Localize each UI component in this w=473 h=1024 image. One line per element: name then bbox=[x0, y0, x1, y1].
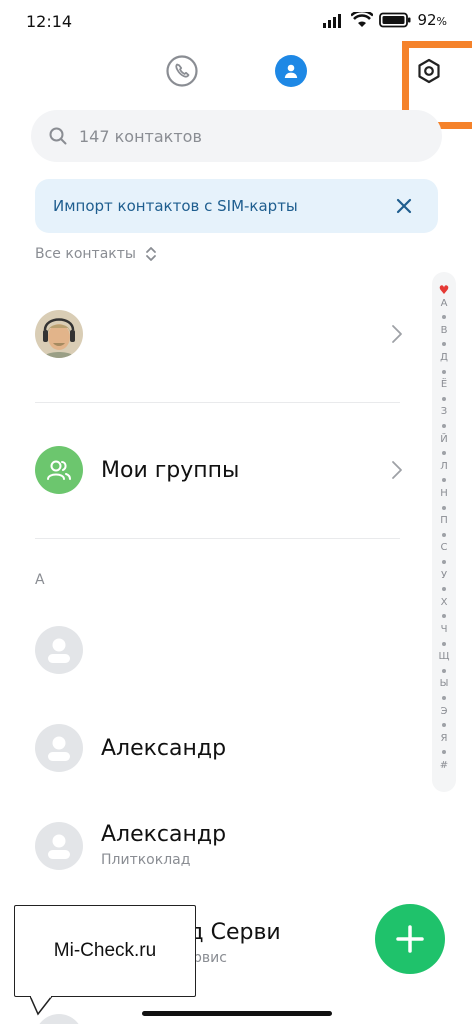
alphabet-index-letter[interactable]: С bbox=[432, 542, 456, 554]
contact-subtitle: рвис bbox=[193, 950, 227, 966]
contact-name: Александр bbox=[101, 736, 227, 761]
my-profile-row[interactable] bbox=[35, 308, 405, 362]
alphabet-index-dot[interactable] bbox=[442, 315, 446, 320]
person-placeholder-icon bbox=[48, 638, 70, 663]
alphabet-index-letter[interactable]: Э bbox=[432, 706, 456, 718]
alphabet-index-dot[interactable] bbox=[442, 560, 446, 564]
battery-icon bbox=[379, 12, 411, 28]
alphabet-index-dot[interactable] bbox=[442, 505, 446, 510]
alphabet-index-letter[interactable]: Ё bbox=[432, 379, 456, 391]
tab-phone[interactable] bbox=[166, 55, 198, 87]
add-contact-button[interactable] bbox=[375, 904, 445, 974]
status-icons: 92% bbox=[323, 11, 447, 29]
group-icon bbox=[47, 460, 71, 480]
avatar bbox=[35, 724, 83, 772]
alphabet-index-letter[interactable]: Щ bbox=[432, 651, 456, 663]
contact-row[interactable] bbox=[35, 626, 415, 676]
alphabet-index-dot[interactable] bbox=[442, 478, 446, 483]
alphabet-index-letter[interactable]: Л bbox=[432, 461, 456, 473]
tab-contacts[interactable] bbox=[275, 55, 307, 87]
alphabet-index-dot[interactable] bbox=[442, 587, 446, 592]
plus-icon bbox=[396, 925, 424, 953]
section-header: А bbox=[35, 572, 45, 588]
alphabet-index-dot[interactable] bbox=[442, 723, 446, 728]
callout-tail bbox=[30, 996, 53, 1016]
filter-label[interactable]: Все контакты bbox=[35, 246, 136, 262]
wifi-icon bbox=[351, 12, 374, 27]
contacts-filter[interactable]: Все контакты bbox=[35, 246, 158, 262]
alphabet-index[interactable]: ♥ А В Д Ё З Й Л Н П С У Х Ч Щ Ы Э Я # bbox=[432, 272, 456, 792]
my-groups-row[interactable]: Мои группы bbox=[35, 446, 405, 496]
close-icon[interactable] bbox=[394, 196, 414, 216]
search-icon bbox=[49, 127, 67, 145]
import-banner[interactable]: Импорт контактов с SIM-карты bbox=[35, 179, 438, 233]
alphabet-index-dot[interactable] bbox=[442, 342, 446, 347]
alphabet-index-dot[interactable] bbox=[442, 396, 446, 401]
alphabet-index-letter[interactable]: Х bbox=[432, 597, 456, 609]
search-bar[interactable] bbox=[31, 110, 442, 162]
alphabet-index-letter[interactable]: В bbox=[432, 325, 456, 337]
alphabet-index-dot[interactable] bbox=[442, 750, 446, 755]
alphabet-index-dot[interactable] bbox=[442, 369, 446, 374]
chevron-right-icon bbox=[392, 461, 402, 479]
alphabet-index-letter[interactable]: А bbox=[432, 298, 456, 310]
search-input[interactable] bbox=[79, 126, 379, 146]
contact-row[interactable]: Александр Плиткоклад bbox=[35, 822, 415, 872]
alphabet-index-dot[interactable] bbox=[442, 614, 446, 619]
person-placeholder-icon bbox=[48, 834, 70, 859]
sort-arrows-icon bbox=[146, 247, 156, 261]
alphabet-index-dot[interactable] bbox=[442, 424, 446, 428]
avatar bbox=[35, 822, 83, 870]
groups-label: Мои группы bbox=[101, 458, 240, 483]
alphabet-index-letter[interactable]: Д bbox=[432, 352, 456, 364]
alphabet-index-dot[interactable] bbox=[442, 532, 446, 537]
alphabet-index-letter[interactable]: З bbox=[432, 406, 456, 418]
avatar bbox=[35, 626, 83, 674]
alphabet-index-letter[interactable]: # bbox=[432, 760, 456, 772]
phone-icon bbox=[166, 55, 198, 87]
alphabet-index-dot[interactable] bbox=[442, 451, 446, 456]
home-indicator bbox=[142, 1011, 332, 1016]
person-icon bbox=[284, 64, 298, 78]
status-bar: 12:14 92% bbox=[0, 0, 473, 44]
watermark-text: Mi-Check.ru bbox=[53, 940, 157, 961]
alphabet-index-letter[interactable]: Ч bbox=[432, 624, 456, 636]
alphabet-index-letter[interactable]: Н bbox=[432, 488, 456, 500]
watermark-callout: Mi-Check.ru bbox=[14, 905, 196, 997]
battery-percent: 92% bbox=[417, 11, 447, 29]
divider bbox=[35, 402, 400, 403]
chevron-right-icon bbox=[392, 325, 402, 343]
signal-icon bbox=[323, 14, 342, 28]
alphabet-index-letter[interactable]: У bbox=[432, 570, 456, 582]
contact-subtitle: Плиткоклад bbox=[101, 852, 191, 868]
alphabet-index-letter[interactable]: Й bbox=[432, 434, 456, 446]
favorites-heart-icon[interactable]: ♥ bbox=[432, 284, 456, 296]
groups-avatar bbox=[35, 446, 83, 494]
alphabet-index-dot[interactable] bbox=[442, 641, 446, 646]
person-placeholder-icon bbox=[48, 736, 70, 761]
alphabet-index-dot[interactable] bbox=[442, 696, 446, 700]
alphabet-index-dot[interactable] bbox=[442, 668, 446, 673]
alphabet-index-letter[interactable]: П bbox=[432, 515, 456, 527]
divider bbox=[35, 538, 400, 539]
contact-row[interactable]: Александр bbox=[35, 724, 415, 774]
contact-name: Александр bbox=[101, 822, 227, 847]
alphabet-index-letter[interactable]: Я bbox=[432, 733, 456, 745]
alphabet-index-letter[interactable]: Ы bbox=[432, 678, 456, 690]
profile-avatar bbox=[35, 310, 83, 358]
import-banner-text[interactable]: Импорт контактов с SIM-карты bbox=[53, 197, 298, 215]
status-time: 12:14 bbox=[26, 12, 73, 31]
